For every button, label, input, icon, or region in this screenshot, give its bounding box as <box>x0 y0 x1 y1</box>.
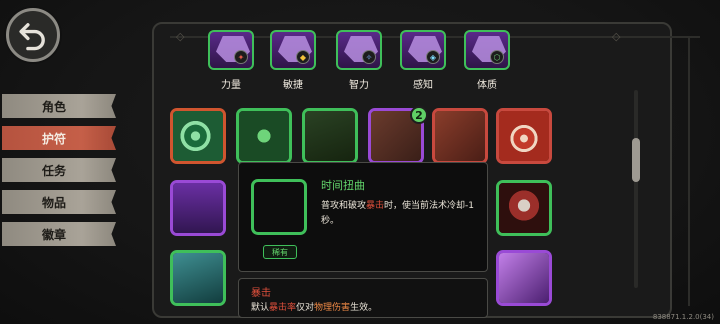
rune-count-badge: 2 <box>410 106 428 124</box>
frame-divider-right <box>688 36 690 306</box>
curl-rune-icon[interactable] <box>496 108 552 164</box>
stat-label-intelligence: 智力 <box>349 80 369 91</box>
tab-badge[interactable]: 徽章 <box>2 222 116 246</box>
strength-icon[interactable]: ✦ <box>208 30 254 70</box>
back-arrow-icon <box>19 23 45 51</box>
time-warp-icon <box>251 179 307 235</box>
tab-quest[interactable]: 任务 <box>2 158 116 182</box>
rune-tooltip: 时间扭曲 普攻和破攻暴击时，使当前法术冷却-1秒。 稀有 <box>238 162 488 272</box>
keyword-glossary: 暴击 默认暴击率仅对物理伤害生效。 <box>238 278 488 318</box>
tab-items[interactable]: 物品 <box>2 190 116 214</box>
violet-rune-icon[interactable] <box>496 250 552 306</box>
wave-rune-icon[interactable] <box>170 250 226 306</box>
tooltip-description: 普攻和破攻暴击时，使当前法术冷却-1秒。 <box>321 201 475 226</box>
stat-label-perception: 感知 <box>413 80 433 91</box>
scrollbar-track[interactable] <box>634 90 638 288</box>
tab-amulet[interactable]: 护符 <box>2 126 116 150</box>
constitution-icon[interactable]: ⬡ <box>464 30 510 70</box>
ornament-icon: ◇ <box>612 30 621 43</box>
rarity-badge: 稀有 <box>263 245 297 259</box>
hands-rune-icon[interactable] <box>432 108 488 164</box>
intelligence-icon[interactable]: ✧ <box>336 30 382 70</box>
demon-rune-icon[interactable] <box>496 180 552 236</box>
perception-icon[interactable]: ◈ <box>400 30 446 70</box>
ornament-icon: ◇ <box>176 30 185 43</box>
mask-rune-icon[interactable] <box>302 108 358 164</box>
leaf-rune-icon[interactable] <box>236 108 292 164</box>
tab-character[interactable]: 角色 <box>2 94 116 118</box>
back-button[interactable] <box>6 8 60 62</box>
glossary-title: 暴击 <box>251 288 271 299</box>
agility-icon[interactable]: ◆ <box>270 30 316 70</box>
stat-label-strength: 力量 <box>221 80 241 91</box>
glossary-description: 默认暴击率仅对物理伤害生效。 <box>251 303 378 313</box>
triangle-rune-icon[interactable] <box>170 180 226 236</box>
swirl-rune-icon[interactable] <box>170 108 226 164</box>
stat-label-constitution: 体质 <box>477 80 497 91</box>
stat-label-agility: 敏捷 <box>283 80 303 91</box>
scrollbar-thumb[interactable] <box>632 138 640 182</box>
tooltip-title: 时间扭曲 <box>321 179 365 192</box>
version-label: 838871.1.2.0(34) <box>652 313 714 321</box>
